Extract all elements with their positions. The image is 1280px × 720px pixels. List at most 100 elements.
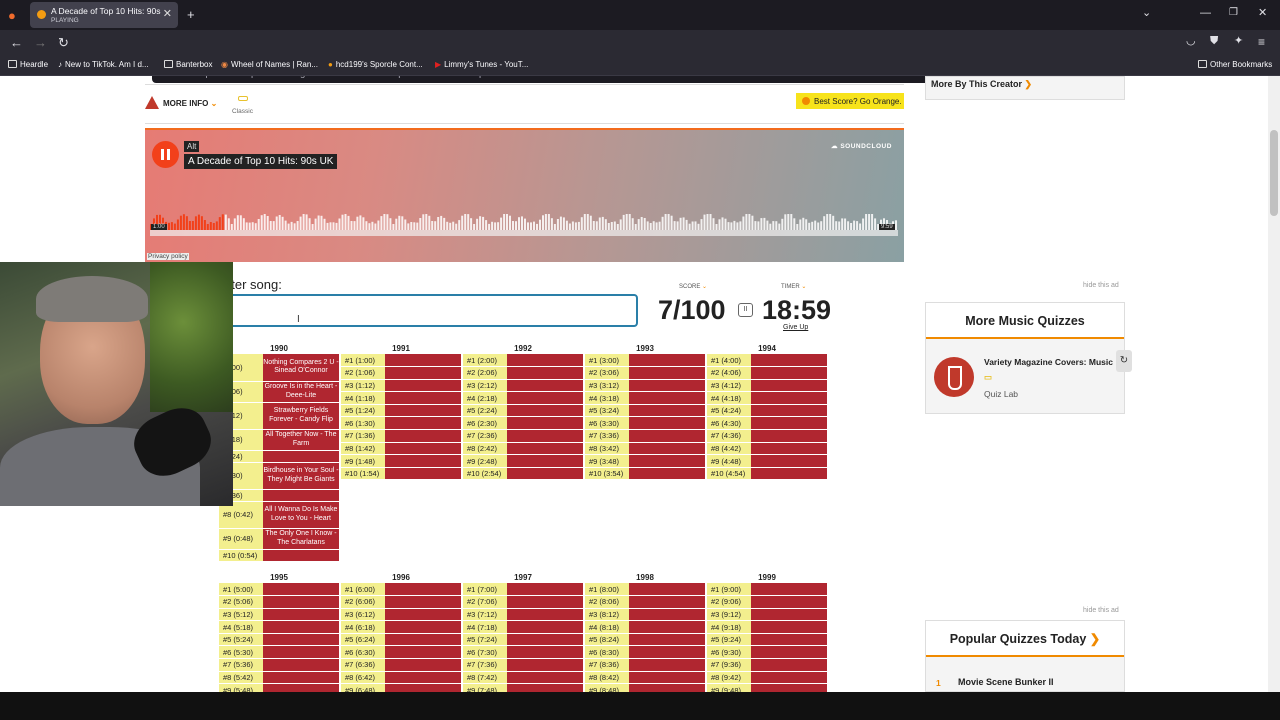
- privacy-policy-link[interactable]: Privacy policy: [147, 253, 189, 260]
- table-row: #9 (4:48): [707, 454, 827, 468]
- extensions-icon[interactable]: ✦: [1234, 36, 1243, 47]
- table-row: #7 (8:36): [585, 658, 705, 672]
- browser-tab[interactable]: A Decade of Top 10 Hits: 90s UK PLAYING …: [30, 2, 178, 28]
- close-window-icon[interactable]: ✕: [1258, 8, 1267, 19]
- scrollbar-thumb[interactable]: [1270, 130, 1278, 216]
- bookmark-banterbox[interactable]: Banterbox: [164, 60, 212, 69]
- track-title[interactable]: A Decade of Top 10 Hits: 90s UK: [184, 154, 338, 169]
- waveform-bar: [431, 221, 434, 230]
- answer-cell: [385, 671, 461, 685]
- waveform-bar: [239, 215, 242, 230]
- table-row: #4 (1:18): [341, 391, 461, 405]
- hide-ad-link[interactable]: hide this ad: [1083, 282, 1119, 289]
- waveform-bar: [841, 218, 844, 230]
- popular-quizzes-panel: Popular Quizzes Today ❯ 1 Movie Scene Bu…: [925, 620, 1125, 692]
- waveform-bar: [434, 221, 437, 230]
- year-table: #1 (4:00) #2 (4:06) #3 (4:12) #4 (4:18) #5 (…: [707, 354, 827, 481]
- popular-quizzes-title[interactable]: Popular Quizzes Today ❯: [926, 621, 1124, 657]
- quiz-lab-icon[interactable]: [934, 357, 974, 397]
- table-row: (0:30)Birdhouse in Your Soul - They Migh…: [219, 462, 339, 490]
- clip-label: #4 (5:18): [219, 620, 263, 634]
- popular-rank: 1: [936, 678, 941, 688]
- back-arrow-icon[interactable]: ←: [10, 36, 23, 49]
- bookmark-heardle[interactable]: Heardle: [8, 60, 48, 69]
- waveform-bar: [793, 218, 796, 230]
- waveform-bar: [389, 218, 392, 230]
- refresh-icon[interactable]: ↻: [1116, 350, 1132, 372]
- bookmark-wheel-of-names[interactable]: ◉ Wheel of Names | Ran...: [221, 60, 318, 69]
- waveform-bar: [317, 215, 320, 230]
- year-table: #1 (7:00) #2 (7:06) #3 (7:12) #4 (7:18) #5 (…: [463, 583, 583, 697]
- music-quiz-link[interactable]: Variety Magazine Covers: Music ▭: [984, 355, 1119, 385]
- bookmark-tiktok[interactable]: ♪ New to TikTok. Am I d...: [58, 60, 149, 69]
- waveform-bar: [323, 218, 326, 230]
- reload-icon[interactable]: ↻: [58, 36, 69, 49]
- pause-timer-button[interactable]: II: [738, 303, 753, 317]
- give-up-link[interactable]: Give Up: [783, 324, 808, 331]
- waveform-bar: [700, 219, 703, 230]
- table-row: #6 (3:30): [585, 416, 705, 431]
- soundcloud-logo[interactable]: ☁ SOUNDCLOUD: [831, 142, 892, 150]
- music-quiz-creator[interactable]: Quiz Lab: [984, 389, 1018, 399]
- waveform-bar: [820, 221, 823, 230]
- table-row: #9 (2:48): [463, 454, 583, 468]
- pause-button[interactable]: [152, 141, 179, 168]
- song-answer-input[interactable]: [222, 294, 638, 327]
- close-tab-icon[interactable]: ✕: [163, 7, 172, 20]
- clip-label: #3 (7:12): [463, 608, 507, 622]
- waveform-bar: [305, 214, 308, 230]
- answer-cell: [507, 366, 583, 380]
- best-score-button[interactable]: Best Score? Go Orange.: [796, 93, 904, 109]
- clip-label: #5 (8:24): [585, 633, 629, 647]
- track-artist[interactable]: Alt: [184, 141, 200, 152]
- bookmark-sporcle-contributions[interactable]: ● hcd199's Sporcle Cont...: [328, 60, 423, 69]
- other-bookmarks[interactable]: Other Bookmarks: [1198, 60, 1272, 69]
- waveform-bar: [302, 214, 305, 230]
- year-header: 1997: [514, 573, 532, 582]
- waveform-bar: [706, 214, 709, 230]
- restore-icon[interactable]: ❐: [1229, 8, 1238, 18]
- waveform-bar: [485, 220, 488, 230]
- forward-arrow-icon[interactable]: →: [34, 36, 47, 49]
- answer-cell: [385, 583, 461, 597]
- answer-cell: [629, 366, 705, 380]
- table-row: #2 (2:06): [463, 366, 583, 380]
- clip-label: #1 (6:00): [341, 583, 385, 597]
- table-row: #1 (7:00): [463, 583, 583, 597]
- firefox-icon[interactable]: ●: [8, 9, 16, 22]
- answer-cell: All Together Now - The Farm: [263, 429, 339, 451]
- waveform-bar: [320, 215, 323, 230]
- waveform-bar: [703, 214, 706, 230]
- menu-icon[interactable]: ≡: [1258, 36, 1265, 48]
- pocket-icon[interactable]: ◡: [1186, 36, 1196, 47]
- hide-ad-link[interactable]: hide this ad: [1083, 607, 1119, 614]
- soundcloud-player: Alt A Decade of Top 10 Hits: 90s UK ☁ SO…: [145, 128, 904, 262]
- clip-label: #6 (1:30): [341, 416, 385, 431]
- more-by-creator-button[interactable]: More By This Creator ❯: [925, 76, 1125, 100]
- waveform-bar: [559, 216, 562, 230]
- bookmark-label: Limmy's Tunes - YouT...: [444, 60, 529, 69]
- tab-list-chevron-down-icon[interactable]: ⌄: [1142, 8, 1151, 19]
- waveform-bar: [784, 214, 787, 230]
- ublock-icon[interactable]: ⛊: [1210, 36, 1218, 47]
- more-info-button[interactable]: MORE INFO ⌄: [145, 96, 217, 109]
- table-row: #3 (9:12): [707, 608, 827, 622]
- waveform-bar: [604, 219, 607, 230]
- table-row: #7 (4:36): [707, 429, 827, 443]
- clip-label: #8 (4:42): [707, 442, 751, 456]
- answer-cell: [629, 442, 705, 456]
- new-tab-icon[interactable]: +: [187, 8, 195, 21]
- waveform-bar: [865, 214, 868, 230]
- waveform-bar: [574, 222, 577, 230]
- waveform-bar: [413, 222, 416, 230]
- table-row: #7 (9:36): [707, 658, 827, 672]
- minimize-icon[interactable]: —: [1200, 8, 1211, 19]
- popular-quiz-link[interactable]: Movie Scene Bunker II: [958, 677, 1054, 687]
- bookmark-limmys-tunes[interactable]: ▶ Limmy's Tunes - YouT...: [435, 60, 528, 69]
- clip-label: #3 (1:12): [341, 379, 385, 393]
- answer-cell: [507, 645, 583, 660]
- waveform-bar: [197, 214, 200, 230]
- table-row: #8 (7:42): [463, 671, 583, 685]
- waveform[interactable]: [150, 214, 898, 238]
- waveform-bar: [694, 221, 697, 230]
